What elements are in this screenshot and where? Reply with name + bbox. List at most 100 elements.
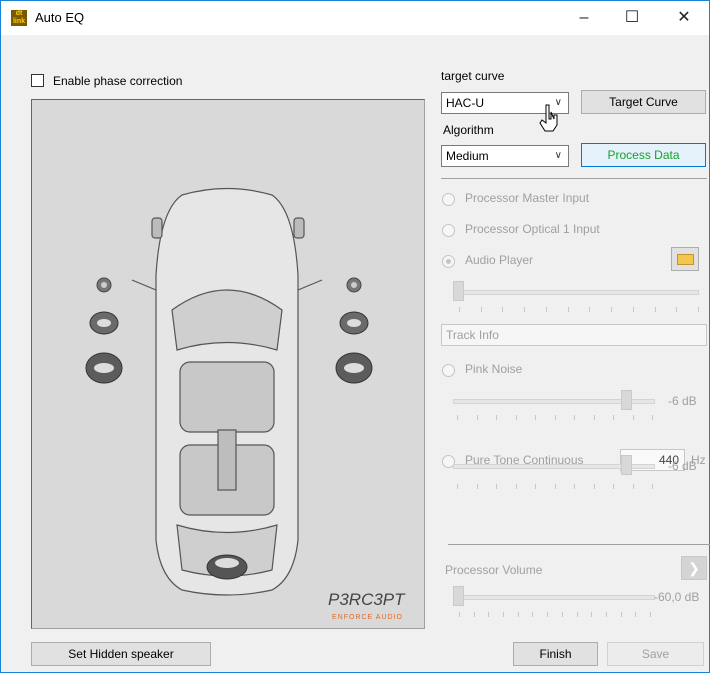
slider-tick: [503, 612, 504, 617]
audio-player-slider-thumb[interactable]: [453, 281, 464, 301]
speaker-woofer-right: [335, 352, 373, 384]
slider-tick: [635, 612, 636, 617]
speaker-woofer-left: [85, 352, 123, 384]
pink-noise-ticks: [457, 415, 653, 421]
save-button[interactable]: Save: [607, 642, 704, 666]
speaker-layout-panel: P3RC3PT ENFORCE AUDIO: [31, 99, 425, 629]
slider-tick: [547, 612, 548, 617]
processor-optical-input-radio[interactable]: [442, 224, 455, 237]
slider-tick: [594, 484, 595, 489]
pure-tone-ticks: [457, 484, 653, 490]
volume-value: -60,0 dB: [654, 590, 700, 604]
slider-tick: [655, 307, 656, 312]
slider-tick: [532, 612, 533, 617]
separator: [448, 544, 710, 545]
pink-noise-slider-thumb[interactable]: [621, 390, 632, 410]
pink-noise-level: -6 dB: [668, 394, 697, 408]
speaker-mid-right: [339, 311, 369, 335]
slider-tick: [535, 415, 536, 420]
window-title: Auto EQ: [35, 10, 85, 25]
slider-tick: [518, 612, 519, 617]
minimize-button[interactable]: –: [561, 1, 607, 35]
slider-tick: [621, 612, 622, 617]
slider-tick: [555, 415, 556, 420]
slider-tick: [594, 415, 595, 420]
mouse-cursor-icon: [539, 104, 558, 132]
percept-logo: P3RC3PT: [328, 590, 406, 609]
slider-tick: [568, 307, 569, 312]
slider-tick: [457, 415, 458, 420]
slider-tick: [591, 612, 592, 617]
slider-tick: [676, 307, 677, 312]
percept-logo-sub: ENFORCE AUDIO: [332, 614, 403, 621]
volume-track[interactable]: [453, 595, 655, 600]
slider-tick: [477, 484, 478, 489]
auto-eq-window: dt link Auto EQ – ☐ ✕ Enable phase correc…: [0, 0, 710, 673]
phase-correction-checkbox[interactable]: [31, 74, 44, 87]
slider-tick: [652, 415, 653, 420]
audio-player-label: Audio Player: [465, 253, 534, 267]
car-diagram: P3RC3PT ENFORCE AUDIO: [85, 187, 406, 621]
slider-tick: [652, 484, 653, 489]
slider-tick: [477, 415, 478, 420]
speaker-tweeter-right: [346, 277, 362, 293]
slider-tick: [516, 484, 517, 489]
audio-player-track[interactable]: [453, 290, 699, 295]
pink-noise-label: Pink Noise: [465, 362, 523, 376]
speaker-subwoofer: [206, 554, 248, 580]
slider-tick: [496, 415, 497, 420]
slider-tick: [650, 612, 651, 617]
slider-tick: [613, 484, 614, 489]
open-file-button[interactable]: [671, 247, 699, 271]
algorithm-select[interactable]: Medium ∨: [441, 145, 569, 167]
target-curve-label: target curve: [441, 69, 505, 83]
slider-tick: [574, 415, 575, 420]
chevron-down-icon: ∨: [554, 150, 562, 161]
pure-tone-level: -6 dB: [668, 459, 697, 473]
slider-tick: [481, 307, 482, 312]
car-top-view: [131, 187, 323, 596]
finish-button[interactable]: Finish: [513, 642, 598, 666]
title-bar: dt link Auto EQ – ☐ ✕: [1, 1, 709, 35]
volume-next-button[interactable]: ❯: [681, 556, 707, 580]
slider-tick: [574, 484, 575, 489]
speaker-mid-left: [89, 311, 119, 335]
set-hidden-speaker-button[interactable]: Set Hidden speaker: [31, 642, 211, 666]
app-icon: dt link: [11, 10, 27, 26]
volume-ticks: [459, 612, 651, 618]
slider-tick: [535, 484, 536, 489]
slider-tick: [524, 307, 525, 312]
slider-tick: [611, 307, 612, 312]
processor-master-input-label: Processor Master Input: [465, 191, 590, 205]
separator: [441, 178, 707, 179]
algorithm-label: Algorithm: [443, 123, 494, 137]
pink-noise-radio[interactable]: [442, 364, 455, 377]
slider-tick: [459, 307, 460, 312]
slider-tick: [562, 612, 563, 617]
slider-tick: [488, 612, 489, 617]
folder-icon: [677, 254, 694, 265]
slider-tick: [633, 307, 634, 312]
processor-optical-input-label: Processor Optical 1 Input: [465, 222, 600, 236]
pure-tone-slider-thumb[interactable]: [621, 455, 632, 475]
slider-tick: [516, 415, 517, 420]
processor-master-input-radio[interactable]: [442, 193, 455, 206]
volume-slider-thumb[interactable]: [453, 586, 464, 606]
slider-tick: [457, 484, 458, 489]
target-curve-button[interactable]: Target Curve: [581, 90, 706, 114]
audio-player-radio[interactable]: [442, 255, 455, 268]
slider-tick: [577, 612, 578, 617]
slider-tick: [633, 415, 634, 420]
slider-tick: [698, 307, 699, 312]
audio-player-ticks: [459, 307, 699, 313]
phase-correction-label: Enable phase correction: [53, 74, 183, 88]
slider-tick: [589, 307, 590, 312]
track-info-field: Track Info: [441, 324, 707, 346]
close-button[interactable]: ✕: [661, 1, 707, 35]
algorithm-value: Medium: [446, 149, 489, 163]
maximize-button[interactable]: ☐: [609, 1, 655, 35]
slider-tick: [459, 612, 460, 617]
speaker-tweeter-left: [96, 277, 112, 293]
process-data-button[interactable]: Process Data: [581, 143, 706, 167]
slider-tick: [546, 307, 547, 312]
